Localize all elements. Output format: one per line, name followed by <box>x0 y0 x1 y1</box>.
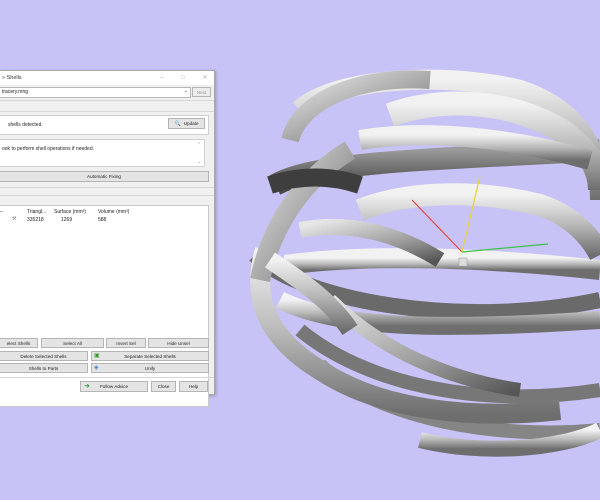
update-button[interactable]: 🔍 Update <box>168 118 205 129</box>
next-button[interactable]: Next <box>192 87 211 97</box>
scroll-up-icon[interactable]: ⌃ <box>197 142 201 148</box>
advice-text: ook to perform shell operations if neede… <box>2 146 94 152</box>
shells-dialog: » Shells – □ ✕ tracery.mng ⌄ Next shells… <box>0 70 215 407</box>
table-row[interactable]: ⚒ 335218 1269 588 <box>0 216 207 224</box>
cell-volume: 588 <box>98 217 107 223</box>
maximize-icon[interactable]: □ <box>179 74 187 82</box>
delete-selected-shells-button[interactable]: Delete Selected Shells <box>0 351 88 361</box>
tracery-model[interactable] <box>249 69 600 457</box>
column-separator: – <box>0 209 3 215</box>
arrow-right-icon: ➜ <box>84 383 90 390</box>
unify-button[interactable]: ◈ Unify <box>91 363 209 373</box>
cell-surface: 1269 <box>61 217 73 223</box>
column-header-surface[interactable]: Surface (mm²) <box>54 209 86 215</box>
detect-text: shells detected <box>8 122 42 128</box>
update-label: Update <box>183 121 199 126</box>
unify-label: Unify <box>144 365 156 371</box>
minimize-icon[interactable]: – <box>158 74 166 82</box>
hide-unselected-button[interactable]: Hide Unsel <box>148 338 209 348</box>
separate-selected-shells-button[interactable]: ▣ Separate Selected Shells <box>91 351 209 361</box>
follow-advice-button[interactable]: ➜ Follow Advice <box>80 381 148 392</box>
select-shells-button[interactable]: elect Shells <box>0 338 38 348</box>
follow-advice-label: Follow Advice <box>99 384 129 389</box>
object-select-value: tracery.mng <box>2 89 29 95</box>
help-button[interactable]: Help <box>179 381 208 392</box>
dialog-titlebar[interactable]: » Shells – □ ✕ <box>0 71 214 85</box>
column-header-volume[interactable]: Volume (mm³) <box>98 209 129 215</box>
shells-to-parts-button[interactable]: Shells to Parts <box>0 363 88 373</box>
select-all-button[interactable]: Select All <box>41 338 104 348</box>
chevron-down-icon: ⌄ <box>183 88 188 94</box>
automatic-fixing-button[interactable]: Automatic Fixing <box>0 171 209 182</box>
column-header-triangles[interactable]: Triangl... <box>27 209 46 215</box>
separate-icon: ▣ <box>94 353 100 359</box>
dialog-title: » Shells <box>2 75 22 81</box>
magnifier-icon: 🔍 <box>174 120 181 127</box>
separate-label: Separate Selected Shells <box>124 353 176 359</box>
scroll-down-icon[interactable]: ⌄ <box>197 159 201 165</box>
invert-selection-button[interactable]: Invert Sel <box>106 338 146 348</box>
advice-panel: ook to perform shell operations if neede… <box>0 139 205 167</box>
cell-triangles: 335218 <box>27 217 44 223</box>
object-select[interactable]: tracery.mng ⌄ <box>0 87 191 98</box>
close-icon[interactable]: ✕ <box>201 74 209 82</box>
close-button[interactable]: Close <box>151 381 176 392</box>
unify-icon: ◈ <box>94 365 99 371</box>
wrench-icon: ⚒ <box>12 216 17 222</box>
